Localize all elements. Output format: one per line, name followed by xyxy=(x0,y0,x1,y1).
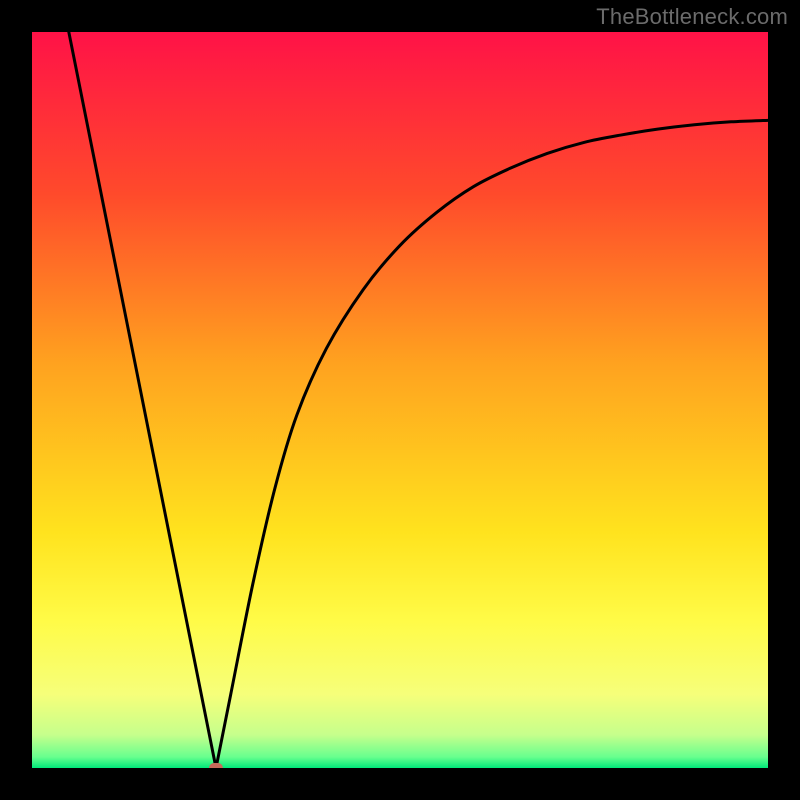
watermark-text: TheBottleneck.com xyxy=(596,4,788,30)
plot-area xyxy=(32,32,768,768)
bottleneck-curve xyxy=(32,32,768,768)
optimal-point-marker xyxy=(209,763,223,768)
chart-frame: TheBottleneck.com xyxy=(0,0,800,800)
